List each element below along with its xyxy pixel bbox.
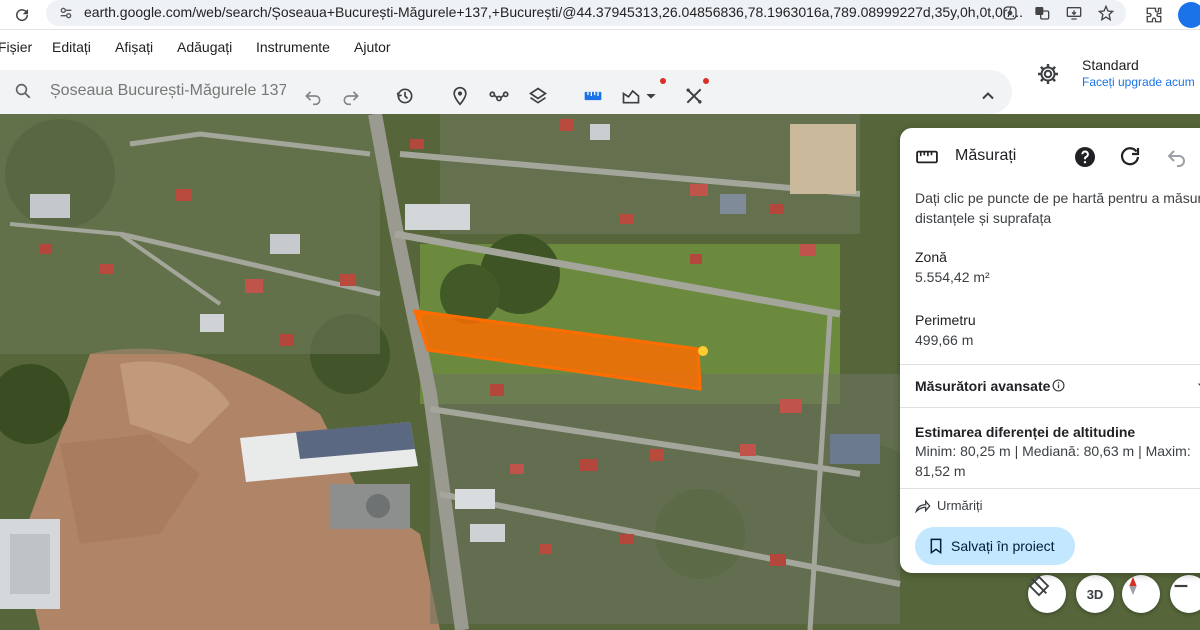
- site-info-icon[interactable]: [58, 5, 74, 21]
- undo-icon[interactable]: [1165, 145, 1189, 169]
- advanced-measurements-title[interactable]: Măsurători avansate: [915, 378, 1050, 394]
- browser-bar: earth.google.com/web/search/Șoseaua+Bucu…: [0, 0, 1200, 30]
- bookmark-icon: [930, 538, 942, 554]
- menu-bar: Fișier Editați Afișați Adăugați Instrume…: [0, 30, 1200, 64]
- zoom-out-icon[interactable]: [1170, 575, 1200, 613]
- search-icon[interactable]: [14, 82, 32, 100]
- reset-tilt-icon[interactable]: [1028, 575, 1066, 613]
- notification-dot: [703, 78, 709, 84]
- url-text[interactable]: earth.google.com/web/search/Șoseaua+Bucu…: [84, 4, 1034, 20]
- save-label: Salvați în proiect: [951, 538, 1055, 554]
- perimeter-value: 499,66 m: [915, 332, 974, 348]
- path-icon[interactable]: [486, 83, 512, 109]
- compass-icon[interactable]: [1122, 575, 1160, 613]
- undo-icon[interactable]: [300, 83, 326, 109]
- ruler-icon[interactable]: [580, 83, 606, 109]
- menu-add[interactable]: Adăugați: [177, 39, 232, 55]
- search-input[interactable]: Șoseaua București-Măgurele 137: [50, 82, 286, 100]
- notification-dot: [660, 78, 666, 84]
- redo-icon[interactable]: [338, 83, 364, 109]
- placemark-icon[interactable]: [447, 83, 473, 109]
- upgrade-link[interactable]: Faceți upgrade acum: [1082, 75, 1195, 89]
- reload-icon[interactable]: [10, 3, 34, 27]
- translate-icon[interactable]: [1030, 2, 1054, 24]
- follow-label: Urmăriți: [937, 498, 983, 513]
- bookmark-star-icon[interactable]: [1094, 2, 1118, 24]
- search-bar: Șoseaua București-Măgurele 137: [0, 70, 1012, 114]
- divider: [900, 407, 1200, 408]
- gear-icon[interactable]: [1036, 62, 1060, 86]
- divider: [900, 488, 1200, 489]
- menu-help[interactable]: Ajutor: [354, 39, 391, 55]
- follow-arrow-icon: [915, 499, 931, 513]
- 3d-toggle-button[interactable]: 3D: [1076, 575, 1114, 613]
- plan-name: Standard: [1082, 57, 1139, 73]
- ruler-icon: [916, 148, 938, 166]
- divider: [900, 364, 1200, 365]
- help-icon[interactable]: [1073, 145, 1097, 169]
- menu-file[interactable]: Fișier: [0, 39, 32, 55]
- history-icon[interactable]: [392, 83, 418, 109]
- menu-view[interactable]: Afișați: [115, 39, 153, 55]
- save-to-project-button[interactable]: Salvați în proiect: [915, 527, 1075, 565]
- menu-edit[interactable]: Editați: [52, 39, 91, 55]
- profile-avatar[interactable]: [1178, 2, 1200, 28]
- altitude-difference-title: Estimarea diferenței de altitudine: [915, 424, 1136, 440]
- toolbar: Șoseaua București-Măgurele 137: [0, 64, 1200, 114]
- panel-title: Măsurați: [955, 147, 1017, 164]
- install-app-icon[interactable]: [1062, 2, 1086, 24]
- map-style-icon[interactable]: [618, 83, 644, 109]
- area-value: 5.554,42 m²: [915, 269, 990, 285]
- info-icon[interactable]: [1052, 379, 1065, 392]
- measure-instructions: Dați clic pe puncte de pe hartă pentru a…: [915, 190, 1200, 226]
- refresh-icon[interactable]: [1118, 145, 1142, 169]
- measure-panel: Măsurați Dați clic pe puncte de pe hartă…: [900, 128, 1200, 573]
- extensions-icon[interactable]: [1142, 3, 1166, 27]
- chevron-down-icon[interactable]: [643, 83, 659, 109]
- perimeter-label: Perimetru: [915, 312, 976, 328]
- account-area: Standard Faceți upgrade acum: [1030, 57, 1200, 114]
- tools-icon[interactable]: [681, 83, 707, 109]
- collapse-icon[interactable]: [975, 83, 1001, 109]
- google-lens-icon[interactable]: [998, 2, 1022, 24]
- chevron-down-icon[interactable]: [1196, 378, 1200, 394]
- altitude-values: Minim: 80,25 m | Mediană: 80,63 m | Maxi…: [915, 443, 1191, 479]
- menu-tools[interactable]: Instrumente: [256, 39, 330, 55]
- follow-link[interactable]: Urmăriți: [915, 498, 983, 513]
- layers-icon[interactable]: [525, 83, 551, 109]
- area-label: Zonă: [915, 249, 947, 265]
- address-bar[interactable]: earth.google.com/web/search/Șoseaua+Bucu…: [46, 0, 1126, 26]
